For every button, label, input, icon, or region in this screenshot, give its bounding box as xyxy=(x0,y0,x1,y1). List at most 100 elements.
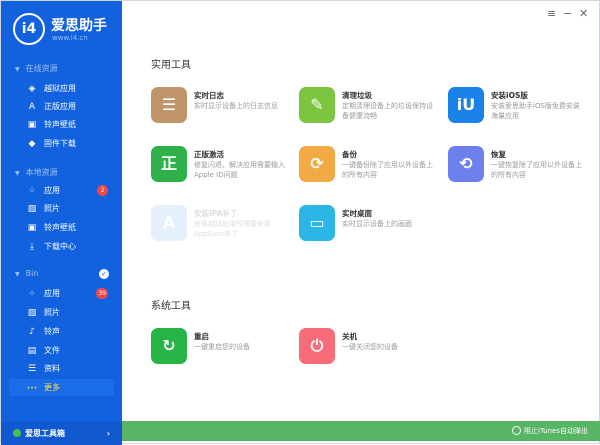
tool-desc: 安装越狱应用时需要安装AppSync补丁 xyxy=(194,220,271,238)
tool-item[interactable]: ▭ 实时桌面实时显示设备上的画面 xyxy=(299,205,439,245)
tool-name: 实时日志 xyxy=(194,91,224,100)
tool-icon: ⏻ xyxy=(299,328,335,364)
sidebar-item[interactable]: ▨ 照片 xyxy=(9,200,114,217)
tool-name: 实时桌面 xyxy=(342,209,372,218)
tool-desc: 定期清理设备上的垃圾保持设备健康流畅 xyxy=(342,102,433,120)
tool-name: 安装IPA补丁 xyxy=(194,209,238,218)
sidebar-item[interactable]: ••• 更多 xyxy=(9,379,114,396)
tool-icon: ⟲ xyxy=(448,146,484,182)
tool-item[interactable]: ↻ 重启一键重启您的设备 xyxy=(151,328,291,368)
sidebar-item-label: 越狱应用 xyxy=(44,84,76,93)
block-itunes-label: 阻止iTunes自动弹出 xyxy=(524,427,588,435)
music-icon: ♪ xyxy=(29,327,35,337)
tool-name: 重启 xyxy=(194,332,209,341)
tool-desc: 实时显示设备上的日志信息 xyxy=(194,102,278,110)
sidebar-item-label: 照片 xyxy=(44,204,60,213)
toolbox-button[interactable]: 爱思工具箱 › xyxy=(1,422,122,445)
sidebar-item[interactable]: ♪ 铃声 xyxy=(9,323,114,340)
sidebar-item-label: 固件下载 xyxy=(44,139,76,148)
tool-icon: ▭ xyxy=(299,205,335,241)
tool-desc: 一键备份除了应用以外设备上的所有内容 xyxy=(342,161,433,179)
more-icon: ••• xyxy=(26,385,38,392)
tool-item[interactable]: ⟲ 恢复一键恢复除了应用以外设备上的所有内容 xyxy=(448,146,588,186)
tool-icon: ⟳ xyxy=(299,146,335,182)
chevron-right-icon: › xyxy=(106,429,110,438)
tool-desc: 一键重启您的设备 xyxy=(194,343,250,351)
tool-desc: 实时显示设备上的画面 xyxy=(342,220,412,228)
count-badge: 39 xyxy=(96,288,108,299)
sidebar-group-title: 在线资源 xyxy=(25,64,58,73)
tool-desc: 一键关闭您的设备 xyxy=(342,343,398,351)
sidebar-item[interactable]: ☰ 资料 xyxy=(9,360,114,377)
sidebar-item-label: 铃声壁纸 xyxy=(44,223,76,232)
photo-icon: ▨ xyxy=(27,204,37,214)
sidebar-group-title: Bin xyxy=(25,269,39,278)
sidebar-item-label: 下载中心 xyxy=(44,242,76,251)
tool-icon: A xyxy=(151,205,187,241)
photo-icon: ▨ xyxy=(27,308,37,318)
sidebar-item-label: 更多 xyxy=(44,383,60,392)
sidebar-item[interactable]: ▣ 铃声壁纸 xyxy=(9,219,114,236)
appstore-icon: A xyxy=(28,102,36,112)
logo: i4 xyxy=(13,13,45,45)
tool-item[interactable]: ⟳ 备份 一键备份除了应用以外设备上的所有内容 xyxy=(299,146,439,186)
sidebar-item[interactable]: ⤓ 下载中心 xyxy=(9,238,114,255)
sidebar-item-label: 文件 xyxy=(44,346,60,355)
sidebar-group-header[interactable]: ▼ Bin xyxy=(15,269,38,278)
tool-name: 清理垃圾 xyxy=(342,91,372,100)
sidebar-item-label: 应用 xyxy=(44,289,60,298)
apps-icon: ⁘ xyxy=(28,289,36,299)
sidebar-item-label: 资料 xyxy=(44,364,60,373)
close-button[interactable]: ✕ xyxy=(579,7,588,20)
sidebar-group-header[interactable]: ▼ 在线资源 xyxy=(15,63,58,74)
tool-icon: ↻ xyxy=(151,328,187,364)
sidebar-group-title: 本地资源 xyxy=(25,168,58,177)
sidebar-item-label: 照片 xyxy=(44,308,60,317)
tool-name: 正版激活 xyxy=(194,150,224,159)
tool-item[interactable]: ☰ 实时日志 实时显示设备上的日志信息 xyxy=(151,87,291,127)
sidebar-item[interactable]: A 正版应用 xyxy=(9,98,114,115)
tool-desc: 安装爱思助手iOS版免费安装海量应用 xyxy=(491,102,580,120)
tool-name: 安装iOS版 xyxy=(491,91,528,100)
sidebar-item[interactable]: ⁘ 应用 2 xyxy=(9,182,114,199)
status-bar: 阻止iTunes自动弹出 xyxy=(122,421,600,441)
cube-icon: ◆ xyxy=(28,139,36,149)
media-icon: ▣ xyxy=(27,223,37,233)
tool-name: 关机 xyxy=(342,332,357,341)
block-itunes-toggle[interactable]: 阻止iTunes自动弹出 xyxy=(512,426,588,436)
sidebar-item-label: 正版应用 xyxy=(44,102,76,111)
sidebar-item[interactable]: ▤ 文件 xyxy=(9,342,114,359)
tool-desc: 一键恢复除了应用以外设备上的所有内容 xyxy=(491,161,582,179)
device-connected-icon: ✓ xyxy=(99,269,109,279)
file-icon: ▤ xyxy=(27,346,37,356)
download-icon: ⤓ xyxy=(30,242,34,252)
sidebar-item[interactable]: ◈ 越狱应用 xyxy=(9,80,114,97)
box-icon: ◈ xyxy=(28,84,36,94)
sidebar-item[interactable]: ▨ 照片 xyxy=(9,304,114,321)
tool-item[interactable]: iU 安装iOS版 安装爱思助手iOS版免费安装海量应用 xyxy=(448,87,588,127)
minimize-button[interactable]: − xyxy=(563,7,572,20)
brand-name: 爱思助手 xyxy=(51,18,107,34)
sidebar-item-label: 铃声壁纸 xyxy=(44,120,76,129)
section-title: 实用工具 xyxy=(151,60,191,71)
toolbox-label: 爱思工具箱 xyxy=(25,429,65,438)
tool-name: 恢复 xyxy=(491,150,506,159)
list-icon: ☰ xyxy=(27,364,37,374)
sidebar-item[interactable]: ⁘ 应用 39 xyxy=(9,285,114,302)
sidebar-group-header[interactable]: ▼ 本地资源 xyxy=(15,167,58,178)
caret-down-icon: ▼ xyxy=(15,66,20,73)
sidebar: i4 爱思助手 www.i4.cn ▼ 在线资源 ◈ 越狱应用 A 正版应用 ▣ 铃声壁纸 ◆ 固… xyxy=(1,1,122,445)
tool-desc: 修复闪退，解决应用需要输入Apple ID问题 xyxy=(194,161,285,179)
tool-item[interactable]: 正正版激活 修复闪退，解决应用需要输入Apple ID问题 xyxy=(151,146,291,186)
tool-item[interactable]: ✎ 清理垃圾 定期清理设备上的垃圾保持设备健康流畅 xyxy=(299,87,439,127)
tool-item: A 安装IPA补丁安装越狱应用时需要安装AppSync补丁 xyxy=(151,205,291,245)
sidebar-item-label: 铃声 xyxy=(44,327,60,336)
caret-down-icon: ▼ xyxy=(15,271,20,278)
status-dot-icon xyxy=(13,429,21,437)
count-badge: 2 xyxy=(97,185,108,196)
tool-item[interactable]: ⏻ 关机一键关闭您的设备 xyxy=(299,328,439,368)
menu-button[interactable]: ≡ xyxy=(547,7,556,20)
sidebar-item[interactable]: ▣ 铃声壁纸 xyxy=(9,116,114,133)
brand-url: www.i4.cn xyxy=(52,34,88,42)
sidebar-item[interactable]: ◆ 固件下载 xyxy=(9,135,114,152)
